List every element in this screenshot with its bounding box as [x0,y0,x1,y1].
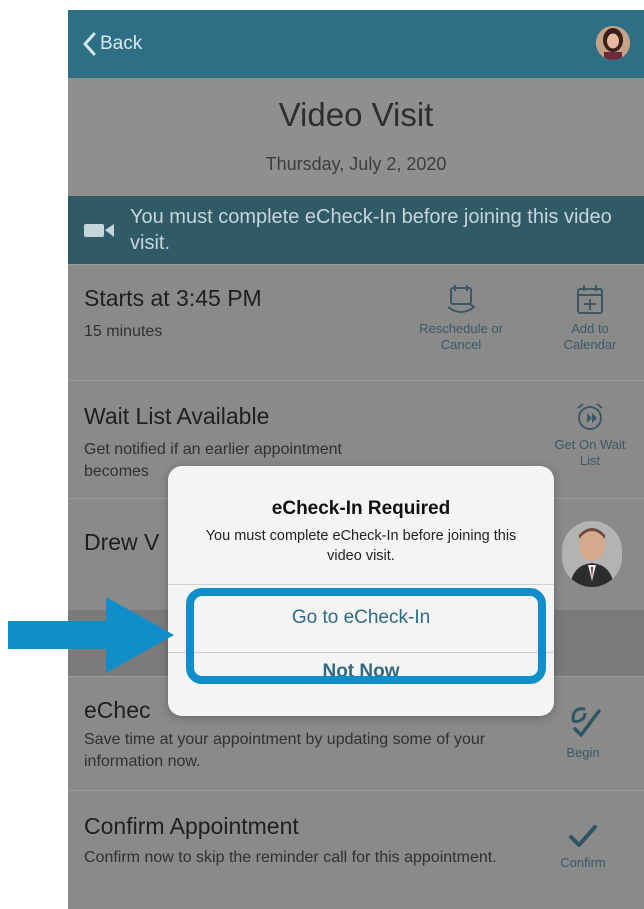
alarm-clock-icon [577,403,603,430]
duration: 15 minutes [84,323,163,340]
begin-label: Begin [566,745,600,760]
video-camera-icon [84,224,114,237]
confirm-desc: Confirm now to skip the reminder call fo… [84,849,497,866]
confirm-row: Confirm Appointment Confirm now to skip … [68,790,644,909]
confirm-title: Confirm Appointment [84,813,299,839]
reschedule-button[interactable]: Reschedule or Cancel [416,283,506,353]
begin-button[interactable]: Begin [548,701,618,761]
echeckin-title: eChec [84,697,151,723]
confirm-button[interactable]: Confirm [548,823,618,871]
checkmark-icon [569,825,597,847]
back-button[interactable]: Back [82,28,142,60]
provider-photo [562,521,622,587]
arrow-right-icon [8,597,174,673]
banner-text: You must complete eCheck-In before joini… [130,206,612,254]
dialog-message: You must complete eCheck-In before joini… [205,528,517,564]
visit-date: Thursday, July 2, 2020 [265,154,447,174]
get-on-wait-list-button[interactable]: Get On Wait List [552,401,628,469]
appointment-time-row: Starts at 3:45 PM 15 minutes Reschedule … [68,264,644,381]
reschedule-label: Reschedule or Cancel [419,321,503,352]
start-time: Starts at 3:45 PM [84,285,262,311]
back-label: Back [100,33,143,54]
provider-name: Drew V [84,529,160,555]
dialog-title: eCheck-In Required [271,498,451,519]
echeckin-desc: Save time at your appointment by updatin… [84,731,486,770]
highlight-box [186,588,546,684]
avatar[interactable] [596,26,630,60]
nav-bar: Back [68,10,644,78]
add-to-calendar-button[interactable]: Add to Calendar [550,283,630,353]
page-header: Video Visit Thursday, July 2, 2020 [68,78,644,196]
calendar-add-icon [577,285,603,314]
wait-list-desc-line1: Get notified if an earlier appointment [84,441,342,458]
add-to-calendar-label: Add to Calendar [563,321,617,352]
confirm-label: Confirm [560,855,606,870]
get-on-wait-list-label: Get On Wait List [554,437,626,468]
app-screen: Back Video Visit Thursday, July 2, 2020 … [68,10,644,909]
chevron-left-icon [83,32,96,56]
signature-check-icon [571,707,601,737]
reschedule-icon [447,285,476,313]
wait-list-desc-line2: becomes [84,463,149,480]
echeckin-warning-banner: You must complete eCheck-In before joini… [68,196,644,264]
wait-list-title: Wait List Available [84,403,270,429]
page-title: Video Visit [278,96,434,133]
